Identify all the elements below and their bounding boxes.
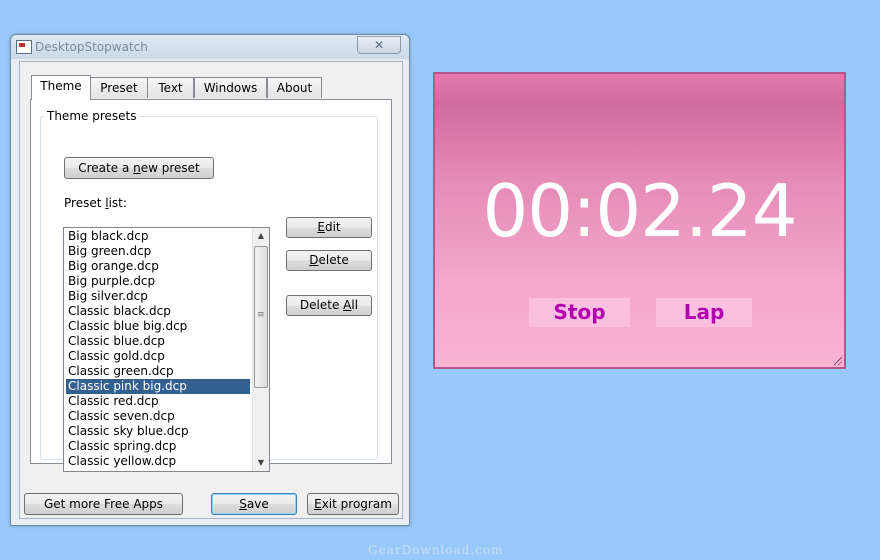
tab-text[interactable]: Text: [147, 77, 194, 98]
window-title: DesktopStopwatch: [35, 40, 148, 54]
tab-preset[interactable]: Preset: [90, 77, 148, 98]
tab-about[interactable]: About: [267, 77, 322, 98]
list-item[interactable]: Big silver.dcp: [66, 289, 250, 304]
scroll-down-arrow-icon[interactable]: ▼: [253, 455, 269, 471]
lap-button[interactable]: Lap: [656, 298, 752, 327]
stop-button[interactable]: Stop: [529, 298, 630, 327]
list-item[interactable]: Classic blue.dcp: [66, 334, 250, 349]
stopwatch-time-display: 00:02.24: [482, 169, 798, 253]
preset-list-label: Preset list:: [64, 196, 127, 210]
title-bar[interactable]: DesktopStopwatch ✕: [11, 35, 409, 59]
grip-icon: ≡: [257, 310, 265, 320]
close-button[interactable]: ✕: [357, 36, 401, 54]
settings-window: DesktopStopwatch ✕ Theme Preset Text Win…: [10, 34, 410, 526]
list-item[interactable]: Classic seven.dcp: [66, 409, 250, 424]
scrollbar-thumb[interactable]: ≡: [254, 246, 268, 388]
save-button[interactable]: Save: [211, 493, 297, 515]
list-item[interactable]: Classic sky blue.dcp: [66, 424, 250, 439]
list-item-selected[interactable]: Classic pink big.dcp: [66, 379, 250, 394]
create-preset-button[interactable]: Create a new preset: [64, 157, 214, 179]
tab-theme[interactable]: Theme: [31, 75, 91, 100]
list-scrollbar[interactable]: ▲ ≡ ▼: [252, 228, 269, 471]
list-item[interactable]: Classic red.dcp: [66, 394, 250, 409]
delete-all-button[interactable]: Delete All: [286, 295, 372, 316]
list-item[interactable]: Classic blue big.dcp: [66, 319, 250, 334]
list-item[interactable]: Big black.dcp: [66, 229, 250, 244]
list-item[interactable]: Classic yellow.dcp: [66, 454, 250, 469]
resize-grip-icon[interactable]: [832, 355, 842, 365]
list-item[interactable]: Classic black.dcp: [66, 304, 250, 319]
list-item[interactable]: Classic green.dcp: [66, 364, 250, 379]
tab-windows[interactable]: Windows: [194, 77, 267, 98]
get-more-free-apps-button[interactable]: Get more Free Apps: [24, 493, 183, 515]
edit-button[interactable]: Edit: [286, 217, 372, 238]
list-item[interactable]: Big orange.dcp: [66, 259, 250, 274]
list-item[interactable]: Classic spring.dcp: [66, 439, 250, 454]
exit-program-button[interactable]: Exit program: [307, 493, 399, 515]
list-item[interactable]: Big green.dcp: [66, 244, 250, 259]
watermark: GearDownload.com: [368, 543, 504, 557]
app-icon: [16, 40, 32, 54]
list-item[interactable]: Big purple.dcp: [66, 274, 250, 289]
list-item[interactable]: Classic gold.dcp: [66, 349, 250, 364]
stopwatch-widget[interactable]: 00:02.24 Stop Lap: [433, 72, 846, 369]
theme-presets-label: Theme presets: [44, 109, 140, 123]
scroll-up-arrow-icon[interactable]: ▲: [253, 228, 269, 244]
preset-listbox[interactable]: Big black.dcp Big green.dcp Big orange.d…: [63, 227, 270, 472]
window-client-area: Theme Preset Text Windows About Theme pr…: [19, 61, 403, 519]
delete-button[interactable]: Delete: [286, 250, 372, 271]
